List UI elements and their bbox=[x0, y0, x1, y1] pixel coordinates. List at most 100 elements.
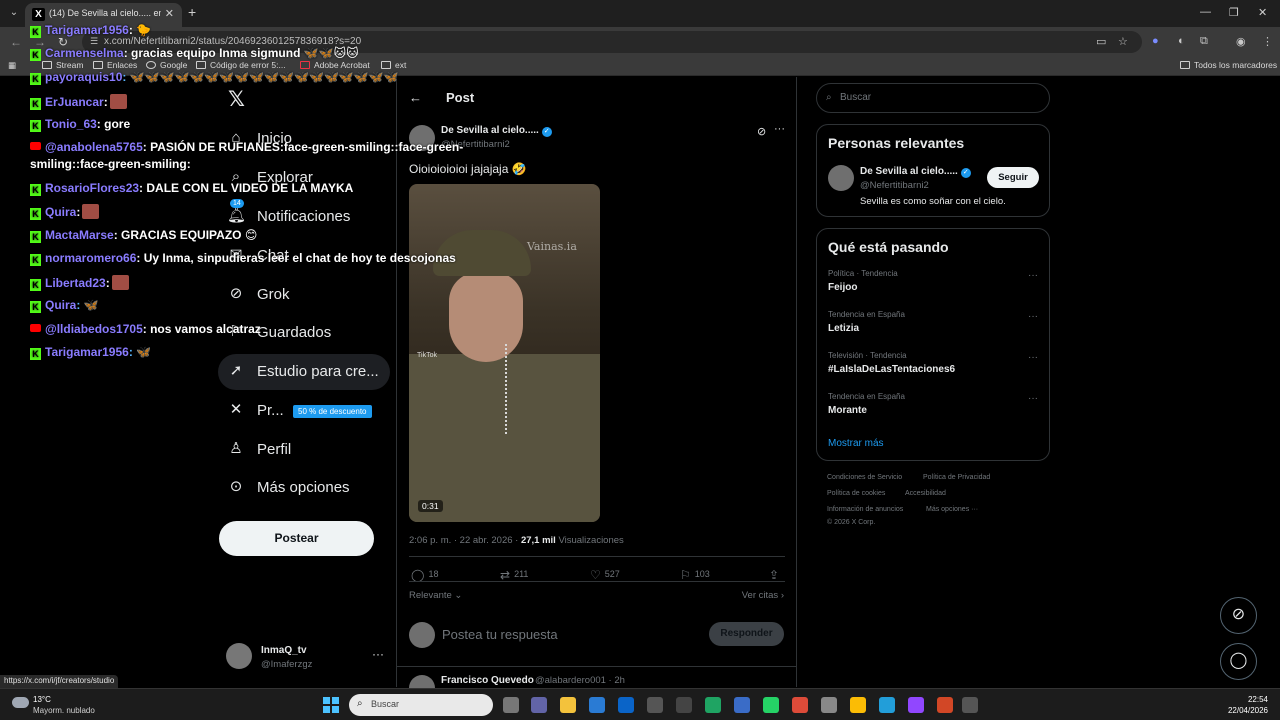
bookmark-error[interactable]: Código de error 5:... bbox=[196, 60, 286, 70]
taskbar-search-placeholder: Buscar bbox=[371, 699, 400, 709]
nav-more[interactable]: ⊙ Más opciones bbox=[218, 470, 390, 506]
more-icon[interactable]: ··· bbox=[1028, 393, 1038, 404]
sort-dropdown[interactable]: Relevante ⌄ bbox=[409, 590, 462, 601]
mail-icon[interactable] bbox=[618, 697, 634, 713]
browser-tab[interactable]: X (14) De Sevilla al cielo..... en X: " … bbox=[25, 3, 182, 27]
like-button[interactable]: ♡ 527 bbox=[590, 568, 620, 582]
relevant-avatar[interactable] bbox=[828, 165, 854, 191]
nav-creator-studio[interactable]: ➚ Estudio para cre... bbox=[218, 354, 390, 390]
author-handle[interactable]: @Nefertitibarni2 bbox=[441, 139, 510, 150]
extension-off-icon[interactable]: ◐ bbox=[1178, 35, 1185, 47]
footer-accessibility[interactable]: Accesibilidad bbox=[905, 490, 946, 497]
new-tab-icon[interactable]: + bbox=[188, 5, 196, 19]
reload-icon[interactable]: ↻ bbox=[58, 35, 68, 49]
chrome-icon[interactable] bbox=[792, 697, 808, 713]
bookmark-google[interactable]: Google bbox=[146, 60, 187, 70]
footer-cookies[interactable]: Política de cookies bbox=[827, 490, 885, 497]
windows-start-icon[interactable] bbox=[323, 697, 339, 713]
store-icon[interactable] bbox=[589, 697, 605, 713]
search-box[interactable]: ⌕ Buscar bbox=[816, 83, 1050, 113]
site-info-icon[interactable]: ☰ bbox=[90, 36, 98, 47]
minimize-icon[interactable]: — bbox=[1200, 6, 1211, 18]
nav-grok[interactable]: ⊘ Grok bbox=[218, 277, 390, 313]
telegram-icon[interactable] bbox=[879, 697, 895, 713]
trend-item[interactable]: Morante bbox=[828, 405, 867, 416]
nav-bookmarks[interactable]: ⚐ Guardados bbox=[218, 315, 390, 351]
app-icon[interactable] bbox=[734, 697, 750, 713]
profile-avatar-icon[interactable]: ◉ bbox=[1236, 35, 1246, 48]
follow-button[interactable]: Seguir bbox=[987, 167, 1039, 188]
system-clock[interactable]: 22:54 22/04/2026 bbox=[1228, 694, 1268, 716]
chrome-icon[interactable] bbox=[850, 697, 866, 713]
x-logo-icon[interactable]: 𝕏 bbox=[228, 87, 245, 112]
bookmark-button[interactable]: ⚐ 103 bbox=[680, 568, 710, 582]
nav-explore[interactable]: ⌕ Explorar bbox=[218, 160, 390, 196]
forward-icon[interactable]: → bbox=[34, 35, 46, 49]
nav-profile[interactable]: ♙ Perfil bbox=[218, 432, 390, 468]
grok-icon[interactable]: ⊘ bbox=[757, 125, 766, 138]
video-player[interactable]: Vainas.ia TikTok 0:31 bbox=[409, 184, 600, 522]
app-icon[interactable] bbox=[821, 697, 837, 713]
address-bar[interactable]: ☰ x.com/Nefertitibarni2/status/204692360… bbox=[82, 31, 1142, 53]
nav-notifications[interactable]: 🔔︎ 14 Notificaciones bbox=[218, 199, 390, 235]
nav-chat[interactable]: ✉ Chat bbox=[218, 238, 390, 274]
close-tab-icon[interactable]: ✕ bbox=[165, 7, 174, 20]
browser-menu-icon[interactable]: ⋮ bbox=[1262, 35, 1273, 48]
apps-grid-icon[interactable]: ▦ bbox=[8, 60, 16, 71]
bookmark-adobe[interactable]: Adobe Acrobat bbox=[300, 60, 370, 70]
maximize-icon[interactable]: ❐ bbox=[1229, 6, 1239, 19]
more-icon[interactable]: ··· bbox=[774, 123, 785, 135]
reply-input[interactable]: Postea tu respuesta bbox=[442, 627, 558, 642]
nav-premium[interactable]: ✕ Pr... 50 % de descuento bbox=[218, 393, 390, 429]
app-icon[interactable] bbox=[647, 697, 663, 713]
cast-icon[interactable]: ▭ bbox=[1096, 35, 1106, 48]
back-icon[interactable]: ← bbox=[10, 35, 22, 49]
extension-icon[interactable]: ● bbox=[1152, 35, 1159, 47]
powerpoint-icon[interactable] bbox=[937, 697, 953, 713]
footer-terms[interactable]: Condiciones de Servicio bbox=[827, 474, 902, 481]
app-icon[interactable] bbox=[676, 697, 692, 713]
nav-home[interactable]: ⌂ Inicio bbox=[218, 121, 390, 157]
app-icon[interactable] bbox=[908, 697, 924, 713]
more-icon[interactable]: ··· bbox=[1028, 352, 1038, 363]
reply-button[interactable]: ◯ 18 bbox=[411, 568, 438, 582]
footer-privacy[interactable]: Política de Privacidad bbox=[923, 474, 990, 481]
bookmark-enlaces[interactable]: Enlaces bbox=[93, 60, 137, 70]
view-quotes-link[interactable]: Ver citas › bbox=[742, 590, 784, 601]
teams-icon[interactable] bbox=[531, 697, 547, 713]
grok-fab-icon[interactable]: ⊘ bbox=[1220, 597, 1257, 634]
reply-author-handle: @alabardero001 · 2h bbox=[535, 675, 625, 686]
reply-author-name[interactable]: Francisco Quevedo bbox=[441, 675, 534, 686]
account-switcher[interactable]: InmaQ_tv @Imaferzgz ··· bbox=[226, 643, 386, 671]
all-bookmarks[interactable]: Todos los marcadores bbox=[1180, 60, 1277, 70]
post-button[interactable]: Postear bbox=[219, 521, 374, 556]
footer-ads-info[interactable]: Información de anuncios bbox=[827, 506, 903, 513]
edge-icon[interactable] bbox=[705, 697, 721, 713]
trend-item[interactable]: Letizia bbox=[828, 323, 859, 334]
bookmark-stream[interactable]: Stream bbox=[42, 60, 83, 70]
messages-fab-icon[interactable]: ◯ bbox=[1220, 643, 1257, 680]
task-view-icon[interactable] bbox=[503, 697, 519, 713]
bookmark-ext[interactable]: ext bbox=[381, 60, 406, 70]
back-arrow-icon[interactable]: ← bbox=[409, 90, 422, 105]
close-window-icon[interactable]: ✕ bbox=[1258, 6, 1267, 19]
author-avatar[interactable] bbox=[409, 125, 435, 151]
media-player-icon[interactable] bbox=[962, 697, 978, 713]
author-name[interactable]: De Sevilla al cielo..... ✓ bbox=[441, 125, 552, 137]
footer-more[interactable]: Más opciones ··· bbox=[926, 506, 978, 513]
extensions-puzzle-icon[interactable]: ⧉ bbox=[1200, 35, 1208, 48]
file-explorer-icon[interactable] bbox=[560, 697, 576, 713]
tab-search-icon[interactable]: ⌄ bbox=[6, 5, 22, 21]
more-icon[interactable]: ··· bbox=[1028, 311, 1038, 322]
taskbar-search[interactable]: ⌕ Buscar bbox=[349, 694, 493, 716]
whatsapp-icon[interactable] bbox=[763, 697, 779, 713]
relevant-name[interactable]: De Sevilla al cielo..... ✓ bbox=[860, 166, 971, 178]
bookmark-star-icon[interactable]: ☆ bbox=[1118, 35, 1128, 48]
show-more-link[interactable]: Mostrar más bbox=[828, 438, 884, 449]
share-button[interactable]: ⇪ bbox=[769, 568, 783, 582]
trend-item[interactable]: #LaIslaDeLasTentaciones6 bbox=[828, 364, 955, 375]
more-icon[interactable]: ··· bbox=[1028, 270, 1038, 281]
trend-item[interactable]: Feijoo bbox=[828, 282, 857, 293]
reply-submit-button[interactable]: Responder bbox=[709, 622, 784, 646]
repost-button[interactable]: ⇄ 211 bbox=[500, 568, 528, 582]
